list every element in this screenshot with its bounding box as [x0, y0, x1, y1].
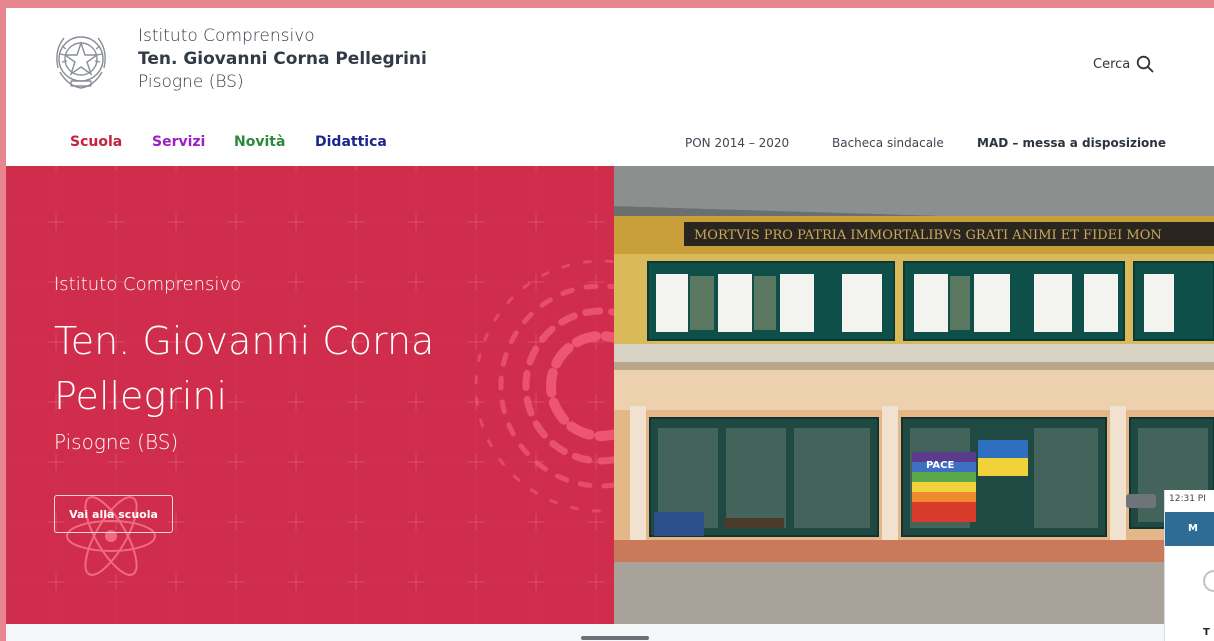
- building-illustration: MORTVIS PRO PATRIA IMMORTALIBVS GRATI AN…: [614, 166, 1214, 624]
- search-button[interactable]: Cerca: [1093, 55, 1154, 73]
- hero-location: Pisogne (BS): [54, 430, 179, 454]
- hero-title: Ten. Giovanni Corna Pellegrini: [54, 319, 435, 418]
- nav-novita[interactable]: Novità: [234, 134, 285, 150]
- flag-pace-text: PACE: [926, 460, 954, 471]
- nav-bacheca-sindacale[interactable]: Bacheca sindacale: [832, 136, 944, 150]
- overlay-header-bar: M: [1165, 512, 1214, 546]
- site-header: Istituto Comprensivo Ten. Giovanni Corna…: [6, 8, 1214, 108]
- scroll-handle[interactable]: [581, 636, 649, 640]
- hero-subtitle: Istituto Comprensivo: [54, 274, 242, 295]
- nav-servizi[interactable]: Servizi: [152, 134, 205, 150]
- emblem-icon[interactable]: [50, 28, 112, 94]
- overlay-emblem-icon: [1203, 570, 1214, 592]
- main-navigation: Scuola Servizi Novità Didattica PON 2014…: [6, 130, 1214, 166]
- school-title: Ten. Giovanni Corna Pellegrini: [138, 49, 427, 69]
- inscription-text: MORTVIS PRO PATRIA IMMORTALIBVS GRATI AN…: [694, 228, 1162, 243]
- vai-alla-scuola-button[interactable]: Vai alla scuola: [54, 495, 173, 533]
- school-building-photo: MORTVIS PRO PATRIA IMMORTALIBVS GRATI AN…: [614, 166, 1214, 624]
- overlay-initial: T: [1203, 627, 1210, 638]
- school-name[interactable]: Istituto Comprensivo Ten. Giovanni Corna…: [138, 25, 427, 94]
- school-location: Pisogne (BS): [138, 72, 244, 92]
- search-label: Cerca: [1093, 56, 1131, 72]
- nav-didattica[interactable]: Didattica: [315, 134, 387, 150]
- browser-frame: Istituto Comprensivo Ten. Giovanni Corna…: [6, 8, 1214, 641]
- search-icon: [1137, 55, 1154, 73]
- peace-flag: PACE: [912, 452, 976, 522]
- nav-pon[interactable]: PON 2014 – 2020: [685, 136, 789, 150]
- overlay-time: 12:31 PI: [1169, 494, 1206, 504]
- nav-scuola[interactable]: Scuola: [70, 134, 122, 150]
- nav-mad[interactable]: MAD – messa a disposizione: [977, 136, 1166, 150]
- overlay-card[interactable]: 12:31 PI M T: [1164, 490, 1214, 641]
- hero-panel: Istituto Comprensivo Ten. Giovanni Corna…: [6, 166, 614, 624]
- school-type: Istituto Comprensivo: [138, 26, 315, 46]
